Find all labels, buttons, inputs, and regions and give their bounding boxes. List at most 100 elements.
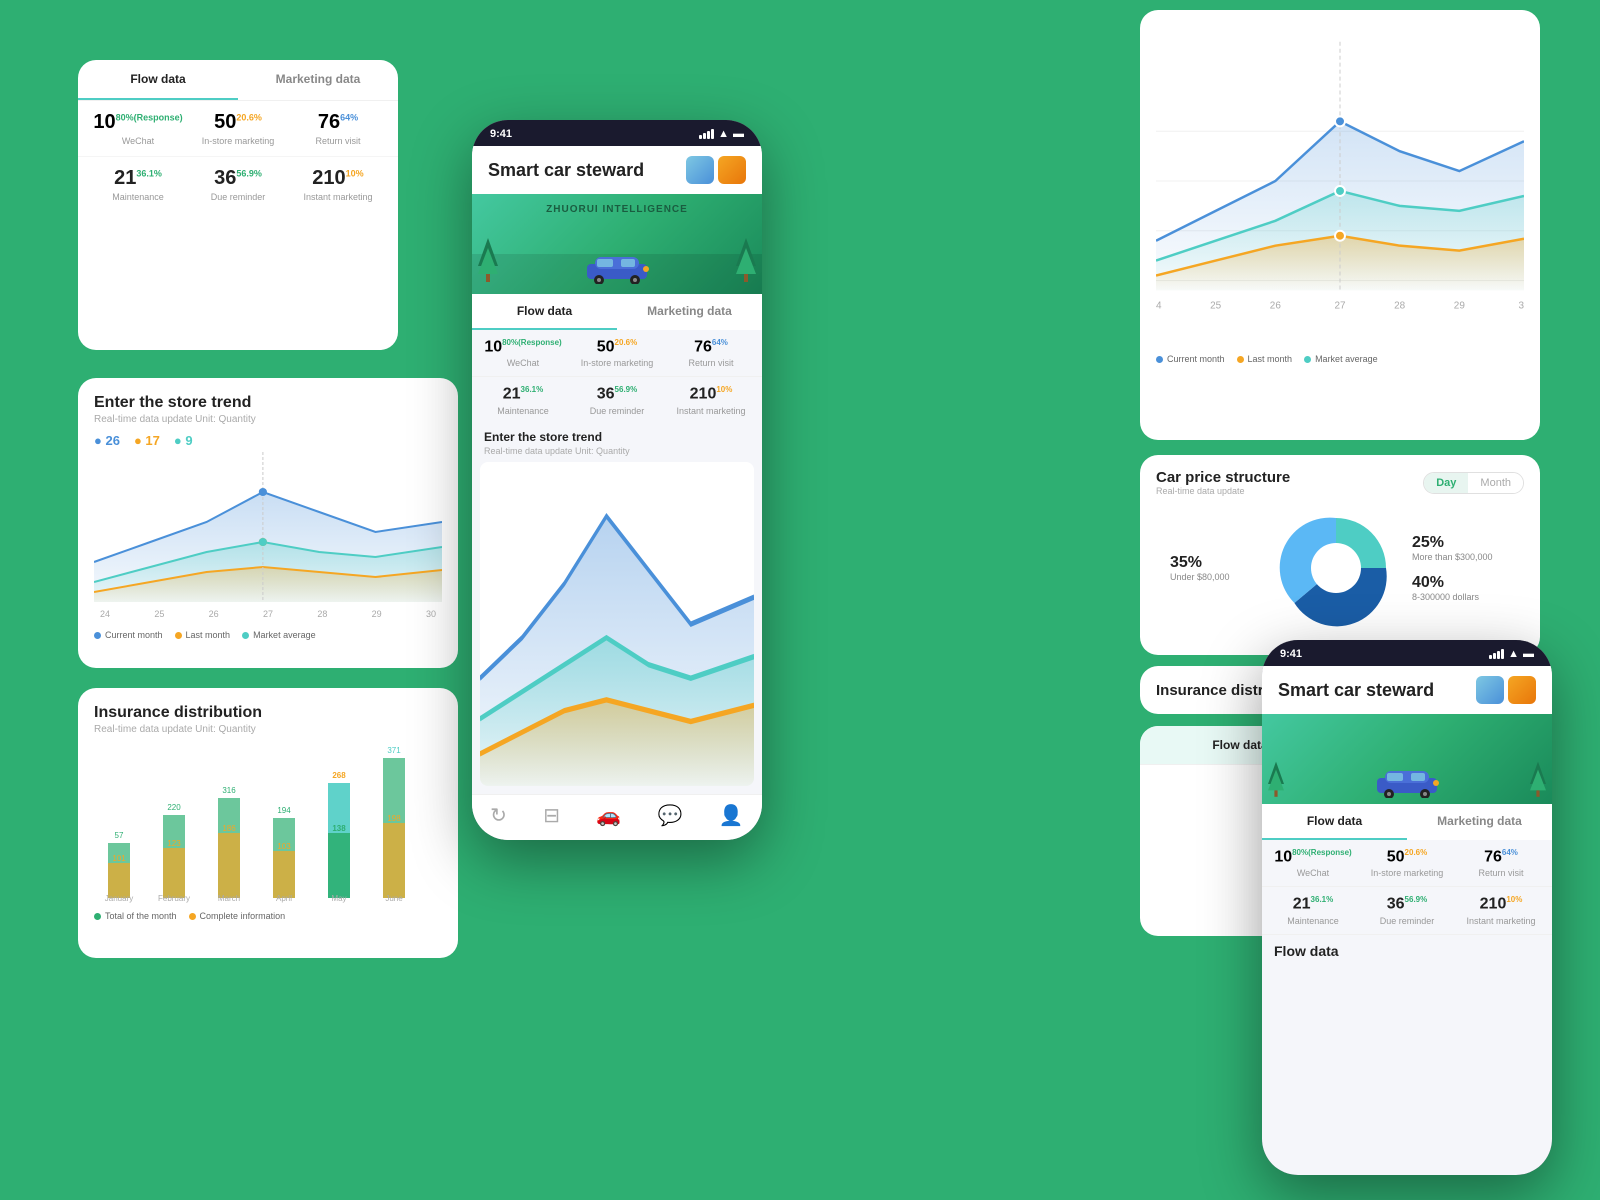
- legend-total: Total of the month: [94, 911, 177, 921]
- label-apr-complete: 103: [277, 842, 291, 851]
- hero-brand: ZHUORUI INTELLIGENCE: [546, 204, 688, 215]
- phone2-stat-maint-lbl: Maintenance: [1270, 916, 1356, 926]
- phone2-avatar-2: [1508, 676, 1536, 704]
- toggle-month[interactable]: Month: [1468, 473, 1523, 493]
- phone2-tab-flow[interactable]: Flow data: [1262, 804, 1407, 840]
- avatar-1: [686, 156, 714, 184]
- phone-chart-area: [480, 462, 754, 786]
- car-price-subtitle: Real-time data update: [1156, 486, 1290, 496]
- label-jun-total: 371: [387, 746, 401, 755]
- car-price-title-group: Car price structure Real-time data updat…: [1156, 469, 1290, 496]
- label-may-total: 268: [332, 771, 346, 780]
- stat-instore: 5020.6% In-store marketing: [192, 111, 284, 146]
- legend-dot-market: [242, 632, 249, 639]
- top-left-card: Flow data Marketing data 1080%(Response)…: [78, 60, 398, 350]
- phone-stats-row2: 2136.1% Maintenance 3656.9% Due reminder…: [472, 377, 762, 423]
- phone2-status-bar: 9:41 ▲ ▬: [1262, 640, 1552, 666]
- phone-inner: 9:41 ▲ ▬ Smart car steward: [472, 120, 762, 840]
- bot-left-legend: Total of the month Complete information: [94, 911, 442, 921]
- pie-chart-svg: [1276, 508, 1396, 628]
- x-axis-labels: 24 25 26 27 28 29 30: [94, 607, 442, 619]
- legend-last: Last month: [175, 630, 231, 640]
- label-feb-complete: 123: [167, 839, 181, 848]
- stat-instant-label: Instant marketing: [292, 192, 384, 202]
- nav-car-icon[interactable]: 🚗: [596, 803, 621, 828]
- phone-tab-flow[interactable]: Flow data: [472, 294, 617, 330]
- nav-user-icon[interactable]: 👤: [719, 803, 744, 828]
- pie-chart-wrap: 35% Under $80,000: [1156, 500, 1524, 636]
- tr-xlabel-27: 27: [1334, 300, 1346, 311]
- phone-stat-return: 7664% Return visit: [668, 338, 754, 368]
- phone2-tabs: Flow data Marketing data: [1262, 804, 1552, 840]
- legend-current: Current month: [94, 630, 163, 640]
- phone2-tab-marketing[interactable]: Marketing data: [1407, 804, 1552, 840]
- phone2-car: [1367, 763, 1447, 798]
- stat-wechat: 1080%(Response) WeChat: [92, 111, 184, 146]
- tab-marketing-data-topleft[interactable]: Marketing data: [238, 60, 398, 100]
- phone-stat-wechat-val: 1080%(Response): [480, 338, 566, 356]
- phone-section-title: Enter the store trend: [484, 430, 750, 444]
- phone2-tree-right: [1528, 760, 1548, 800]
- tr-legend-current: Current month: [1156, 354, 1225, 364]
- stat-due: 3656.9% Due reminder: [192, 167, 284, 202]
- xlabel-jan: January: [105, 894, 133, 903]
- chart-highlights: ● 26 ● 17 ● 9: [94, 433, 442, 448]
- phone2-stat-due-lbl: Due reminder: [1364, 916, 1450, 926]
- stat-instore-value: 5020.6%: [192, 111, 284, 134]
- stat-wechat-value: 1080%(Response): [92, 111, 184, 134]
- label-jan-total: 57: [115, 831, 124, 840]
- phone-stat-instore-lbl: In-store marketing: [574, 358, 660, 368]
- phone-stat-instant: 21010% Instant marketing: [668, 385, 754, 415]
- battery-icon: ▬: [733, 128, 744, 140]
- stat-maintenance: 2136.1% Maintenance: [92, 167, 184, 202]
- tr-legend-dot-last: [1237, 356, 1244, 363]
- phone-stat-due: 3656.9% Due reminder: [574, 385, 660, 415]
- tr-legend-last: Last month: [1237, 354, 1293, 364]
- phone2-stat-wechat-sup: 80%(Response): [1292, 848, 1352, 857]
- phone2-stat-return-sup: 64%: [1502, 848, 1518, 857]
- phone-section-sub: Real-time data update Unit: Quantity: [484, 446, 750, 456]
- nav-chat-icon[interactable]: 💬: [658, 803, 683, 828]
- car-illustration: [577, 249, 657, 284]
- pie-pct-25: 25%: [1412, 534, 1502, 552]
- legend-dot-complete: [189, 913, 196, 920]
- pie-desc-35: Under $80,000: [1170, 572, 1260, 582]
- xlabel-mar: March: [218, 894, 240, 903]
- stat-due-sup: 56.9%: [236, 168, 262, 178]
- phone2-signal-icon: [1489, 649, 1504, 659]
- phone-tab-marketing[interactable]: Marketing data: [617, 294, 762, 330]
- pie-left-labels: 35% Under $80,000: [1170, 554, 1260, 582]
- area-chart-svg: [94, 452, 442, 602]
- tab-flow-data-topleft[interactable]: Flow data: [78, 60, 238, 100]
- bar-jun-complete: [383, 823, 405, 898]
- label-jun-complete: 198: [387, 814, 401, 823]
- tr-dot-blue: [1335, 116, 1345, 126]
- tree-left: [476, 236, 500, 286]
- bar-feb-complete: [163, 848, 185, 898]
- phone-stats-row1: 1080%(Response) WeChat 5020.6% In-store …: [472, 330, 762, 376]
- area-chart: 24 25 26 27 28 29 30: [94, 452, 442, 622]
- phone2-stat-instore: 5020.6% In-store marketing: [1364, 848, 1450, 878]
- car-price-header: Car price structure Real-time data updat…: [1156, 469, 1524, 496]
- phone2-wifi-icon: ▲: [1508, 648, 1519, 660]
- bar-jan-complete: [108, 863, 130, 898]
- stat-grid-row1-topleft: 1080%(Response) WeChat 5020.6% In-store …: [78, 101, 398, 156]
- pie-label-40: 40% 8-300000 dollars: [1412, 574, 1502, 602]
- toggle-day[interactable]: Day: [1424, 473, 1468, 493]
- nav-calendar-icon[interactable]: ⊟: [543, 803, 560, 828]
- phone-stat-wechat-lbl: WeChat: [480, 358, 566, 368]
- xlabel-jun: June: [385, 894, 403, 903]
- phone-stat-instore-sup: 20.6%: [615, 338, 638, 347]
- dot-teal: [259, 538, 267, 546]
- stat-instant: 21010% Instant marketing: [292, 167, 384, 202]
- phone2-stat-instore-val: 5020.6%: [1364, 848, 1450, 866]
- phone-stat-maintenance: 2136.1% Maintenance: [480, 385, 566, 415]
- tr-dot-teal: [1335, 186, 1345, 196]
- phone-stat-wechat-sup: 80%(Response): [502, 338, 562, 347]
- phone2-stat-wechat: 1080%(Response) WeChat: [1270, 848, 1356, 878]
- nav-refresh-icon[interactable]: ↻: [490, 803, 507, 828]
- phone2-stat-maintenance: 2136.1% Maintenance: [1270, 895, 1356, 925]
- phone2-stat-instant: 21010% Instant marketing: [1458, 895, 1544, 925]
- stat-grid-row2-topleft: 2136.1% Maintenance 3656.9% Due reminder…: [78, 157, 398, 212]
- phone2-status-icons: ▲ ▬: [1489, 648, 1534, 660]
